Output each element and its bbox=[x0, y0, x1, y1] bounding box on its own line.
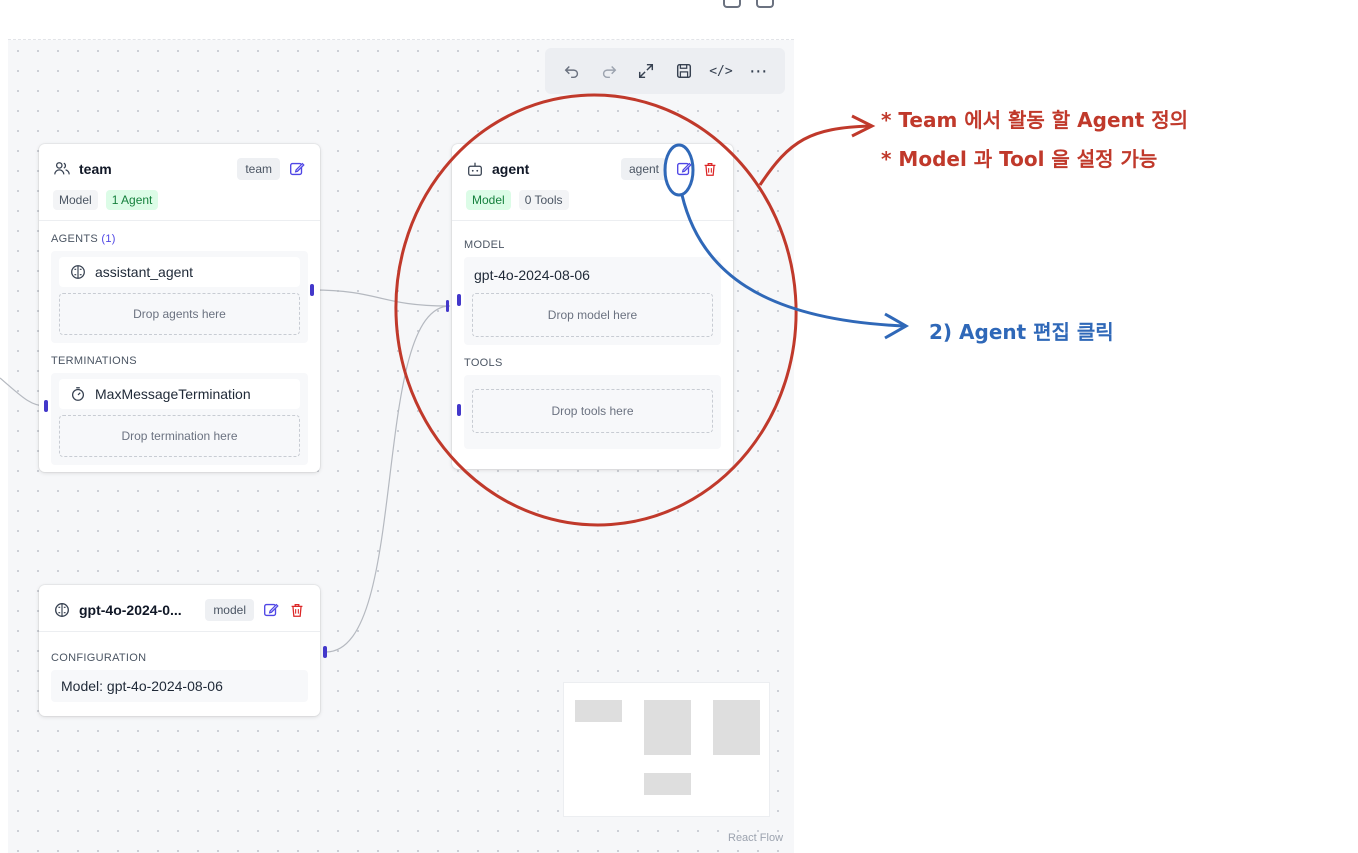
agent-type-badge: agent bbox=[620, 158, 667, 180]
model-drop-zone[interactable]: Drop model here bbox=[472, 293, 713, 337]
save-icon bbox=[676, 63, 691, 79]
agents-section-label: AGENTS (1) bbox=[39, 221, 320, 251]
trash-icon[interactable] bbox=[701, 160, 719, 178]
model-node-header: gpt-4o-2024-0... model bbox=[39, 585, 320, 632]
agents-section: assistant_agent Drop agents here bbox=[51, 251, 308, 343]
edit-icon[interactable] bbox=[288, 160, 306, 178]
brain-icon bbox=[53, 601, 71, 619]
terminations-section-label: TERMINATIONS bbox=[51, 355, 137, 367]
tools-section-label: TOOLS bbox=[464, 357, 503, 369]
flow-toolbar: </> ⋯ bbox=[545, 48, 785, 94]
model-node[interactable]: gpt-4o-2024-0... model CONFIGURATION Mod… bbox=[39, 585, 320, 716]
model-chip: Model bbox=[53, 190, 98, 210]
termination-drop-zone[interactable]: Drop termination here bbox=[59, 415, 300, 457]
minimap-node bbox=[713, 700, 760, 755]
panel-icon[interactable] bbox=[723, 0, 741, 8]
bot-icon bbox=[466, 160, 484, 178]
model-node-title: gpt-4o-2024-0... bbox=[79, 602, 182, 618]
users-icon bbox=[53, 160, 71, 178]
expand-icon bbox=[639, 63, 654, 79]
minimap-node bbox=[644, 700, 691, 755]
agent-list-item[interactable]: assistant_agent bbox=[59, 257, 300, 287]
annotation-team-agent: * Team 에서 활동 할 Agent 정의 bbox=[881, 108, 1189, 132]
redo-button[interactable] bbox=[597, 59, 621, 83]
timer-icon bbox=[69, 385, 87, 403]
termination-list-item[interactable]: MaxMessageTermination bbox=[59, 379, 300, 409]
more-button[interactable]: ⋯ bbox=[746, 59, 770, 83]
agent-count-chip: 1 Agent bbox=[105, 190, 159, 210]
model-item[interactable]: gpt-4o-2024-08-06 bbox=[472, 263, 713, 287]
model-section: gpt-4o-2024-08-06 Drop model here bbox=[464, 257, 721, 345]
team-node-title: team bbox=[79, 161, 112, 177]
brain-icon bbox=[69, 263, 87, 281]
model-chip: Model bbox=[466, 190, 511, 210]
annotation-agent-edit: 2) Agent 편집 클릭 bbox=[929, 320, 1114, 344]
termination-item-label: MaxMessageTermination bbox=[95, 386, 251, 402]
undo-button[interactable] bbox=[560, 59, 584, 83]
tools-section: Drop tools here bbox=[464, 375, 721, 449]
react-flow-attribution[interactable]: React Flow bbox=[728, 832, 783, 844]
team-node-header: team team Model 1 Agent bbox=[39, 144, 320, 221]
agent-target-handle[interactable] bbox=[446, 300, 449, 312]
tools-count-chip: 0 Tools bbox=[518, 190, 569, 210]
team-termination-handle[interactable] bbox=[44, 400, 48, 412]
top-strip bbox=[8, 0, 794, 40]
team-agents-handle[interactable] bbox=[310, 284, 314, 296]
agents-drop-zone[interactable]: Drop agents here bbox=[59, 293, 300, 335]
save-button[interactable] bbox=[672, 59, 696, 83]
redo-icon bbox=[602, 65, 617, 79]
minimap-node bbox=[575, 700, 622, 722]
agent-node-header: agent agent Model 0 Tools bbox=[452, 144, 733, 221]
tools-drop-zone[interactable]: Drop tools here bbox=[472, 389, 713, 433]
edit-icon[interactable] bbox=[262, 601, 280, 619]
team-type-badge: team bbox=[237, 158, 280, 180]
agent-tools-handle[interactable] bbox=[457, 404, 461, 416]
minimap-node bbox=[644, 773, 691, 795]
model-type-badge: model bbox=[205, 599, 254, 621]
undo-icon bbox=[564, 65, 578, 79]
code-button[interactable]: </> bbox=[709, 59, 733, 83]
layout-icon[interactable] bbox=[756, 0, 774, 8]
model-section-label: MODEL bbox=[464, 239, 505, 251]
team-node[interactable]: team team Model 1 Agent AGENTS (1) assis… bbox=[39, 144, 320, 472]
agent-item-label: assistant_agent bbox=[95, 264, 194, 280]
terminations-section: MaxMessageTermination Drop termination h… bbox=[51, 373, 308, 465]
minimap[interactable] bbox=[563, 682, 770, 817]
config-value: Model: gpt-4o-2024-08-06 bbox=[51, 670, 308, 702]
agents-label-text: AGENTS bbox=[51, 233, 99, 245]
agent-node[interactable]: agent agent Model 0 Tools MODEL gpt-4o-2… bbox=[452, 144, 733, 469]
configuration-label: CONFIGURATION bbox=[51, 652, 147, 664]
trash-icon[interactable] bbox=[288, 601, 306, 619]
agents-count: (1) bbox=[101, 233, 116, 245]
agent-model-handle[interactable] bbox=[457, 294, 461, 306]
annotation-model-tool: * Model 과 Tool 을 설정 가능 bbox=[881, 147, 1158, 171]
model-source-handle[interactable] bbox=[323, 646, 327, 658]
fit-view-button[interactable] bbox=[634, 59, 658, 83]
agent-node-title: agent bbox=[492, 161, 530, 177]
edit-icon[interactable] bbox=[675, 160, 693, 178]
